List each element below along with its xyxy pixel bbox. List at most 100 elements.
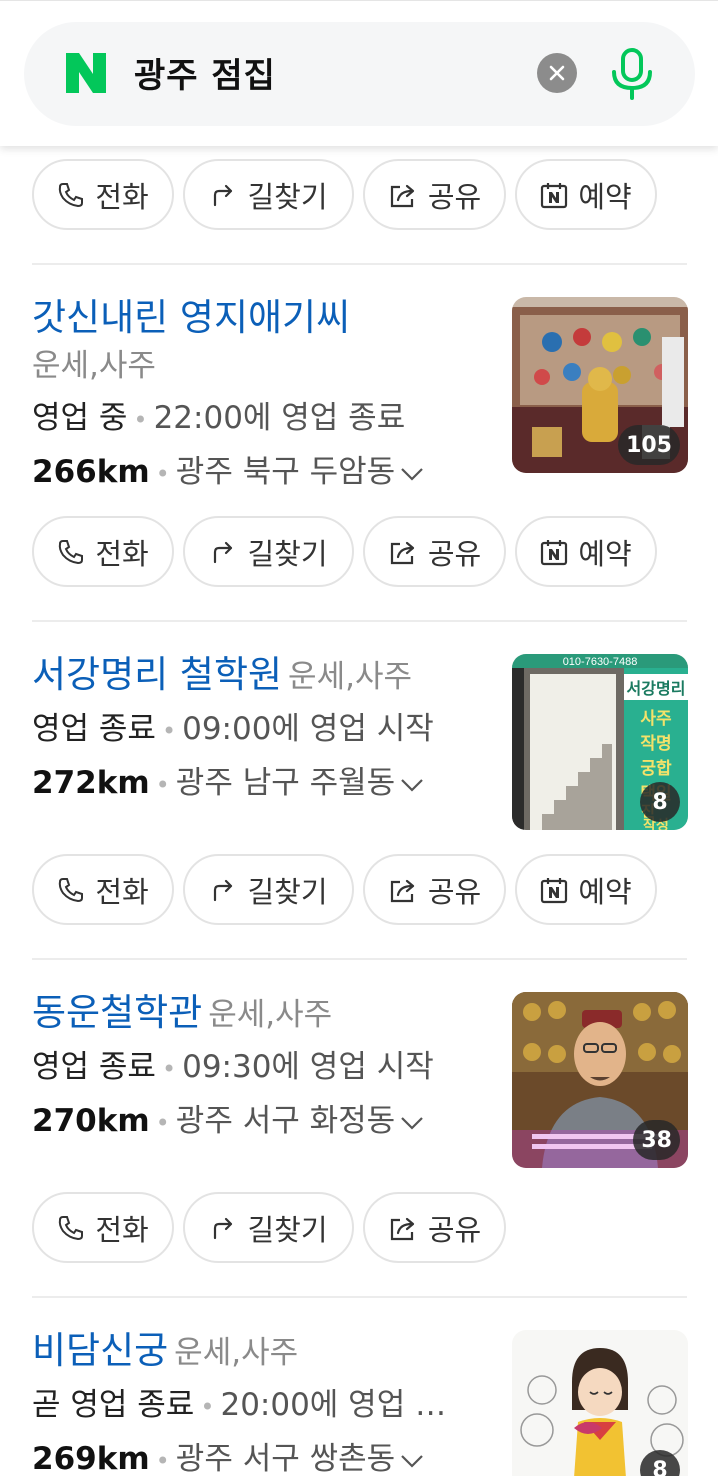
place-photo[interactable]: 010-7630-7488 서강명리 사주 작명 궁합 택일 진 작성 8: [512, 654, 688, 830]
share-icon: [390, 541, 414, 564]
photo-sign-text: 사주: [640, 709, 672, 729]
place-category: 운세,사주: [174, 1335, 299, 1371]
result-item[interactable]: 비담신궁 운세,사주 곧 영업 종료 • 20:00에 영업 … 269km • 광주 서…: [32, 1327, 688, 1476]
directions-button[interactable]: 길찾기: [183, 159, 354, 230]
call-label: 전화: [95, 536, 149, 571]
route-arrow-icon: [214, 541, 233, 563]
chevron-down-icon[interactable]: [399, 777, 425, 793]
phone-icon: [59, 1215, 84, 1240]
result-item[interactable]: 갓신내린 영지애기씨 운세,사주 영업 중 • 22:00에 영업 종료 266km…: [32, 294, 688, 500]
business-hours: 09:30에 영업 시작: [182, 1049, 434, 1085]
share-button[interactable]: 공유: [363, 159, 506, 230]
reserve-button[interactable]: 예약: [515, 159, 657, 230]
chevron-down-icon[interactable]: [399, 1453, 425, 1469]
route-arrow-icon: [214, 879, 233, 901]
share-label: 공유: [427, 536, 482, 571]
route-arrow-icon: [214, 184, 233, 206]
directions-button[interactable]: 길찾기: [183, 854, 354, 925]
reserve-button[interactable]: 예약: [515, 516, 657, 587]
search-query[interactable]: 광주 점집: [134, 48, 276, 97]
place-photo[interactable]: 38: [512, 992, 688, 1168]
search-header: 광주 점집: [0, 0, 718, 146]
route-label: 길찾기: [247, 1212, 328, 1247]
result-item[interactable]: 동운철학관 운세,사주 영업 종료 • 09:30에 영업 시작 270km • 광주 서…: [32, 989, 688, 1168]
separator-dot: •: [155, 1109, 170, 1137]
call-label: 전화: [95, 179, 149, 214]
distance: 269km: [32, 1441, 150, 1476]
separator-dot: •: [155, 771, 170, 799]
photo-sign-text: 궁합: [640, 758, 672, 779]
share-button[interactable]: 공유: [363, 854, 506, 925]
separator-dot: •: [155, 460, 170, 488]
photo-count-badge: 8: [640, 782, 680, 822]
separator-dot: •: [161, 717, 177, 745]
business-status: 영업 종료: [32, 1049, 156, 1085]
phone-icon: [59, 182, 84, 207]
chevron-down-icon[interactable]: [399, 466, 425, 482]
separator-dot: •: [155, 1447, 170, 1475]
share-label: 공유: [427, 179, 482, 214]
search-box[interactable]: 광주 점집: [24, 22, 695, 126]
divider: [32, 1296, 687, 1298]
naver-booking-icon: [541, 182, 568, 208]
share-label: 공유: [427, 874, 482, 909]
route-arrow-icon: [214, 1217, 233, 1239]
address[interactable]: 광주 서구 화정동: [176, 1103, 395, 1139]
action-row: 전화 길찾기 공유 예약: [32, 516, 657, 587]
route-label: 길찾기: [247, 179, 328, 214]
business-status: 영업 종료: [32, 711, 156, 747]
photo-phone-text: 010-7630-7488: [563, 656, 638, 668]
reserve-label: 예약: [578, 536, 632, 571]
place-photo[interactable]: 105: [512, 297, 688, 473]
phone-icon: [59, 539, 84, 564]
place-name-link[interactable]: 비담신궁: [32, 1329, 168, 1372]
directions-button[interactable]: 길찾기: [183, 516, 354, 587]
business-status: 곧 영업 종료: [32, 1387, 195, 1423]
share-button[interactable]: 공유: [363, 1192, 506, 1263]
reserve-label: 예약: [578, 874, 632, 909]
photo-sign-text: 작명: [640, 734, 671, 754]
business-hours: 20:00에 영업 …: [220, 1387, 447, 1423]
action-row: 전화 길찾기 공유 예약: [32, 159, 657, 230]
call-button[interactable]: 전화: [32, 854, 174, 925]
clear-search-button[interactable]: [537, 53, 577, 93]
call-button[interactable]: 전화: [32, 1192, 174, 1263]
share-icon: [390, 184, 414, 207]
address[interactable]: 광주 남구 주월동: [176, 765, 395, 801]
divider: [32, 263, 687, 265]
reserve-button[interactable]: 예약: [515, 854, 657, 925]
place-name-link[interactable]: 갓신내린 영지애기씨: [32, 296, 350, 339]
place-name-link[interactable]: 동운철학관: [32, 991, 202, 1034]
share-button[interactable]: 공유: [363, 516, 506, 587]
microphone-icon[interactable]: [607, 44, 657, 102]
call-label: 전화: [95, 1212, 149, 1247]
address[interactable]: 광주 북구 두암동: [176, 454, 395, 490]
photo-sign-text: 서강명리: [627, 679, 686, 698]
route-label: 길찾기: [247, 874, 328, 909]
place-photo[interactable]: 8: [512, 1330, 688, 1476]
business-status: 영업 중: [32, 400, 128, 436]
place-name-link[interactable]: 서강명리 철학원: [32, 653, 282, 696]
distance: 270km: [32, 1103, 150, 1139]
action-row: 전화 길찾기 공유 예약: [32, 854, 657, 925]
business-hours: 09:00에 영업 시작: [182, 711, 434, 747]
call-label: 전화: [95, 874, 149, 909]
route-label: 길찾기: [247, 536, 328, 571]
separator-dot: •: [161, 1055, 177, 1083]
call-button[interactable]: 전화: [32, 516, 174, 587]
action-row: 전화 길찾기 공유: [32, 1192, 506, 1263]
reserve-label: 예약: [578, 179, 632, 214]
call-button[interactable]: 전화: [32, 159, 174, 230]
share-icon: [390, 1217, 414, 1240]
directions-button[interactable]: 길찾기: [183, 1192, 354, 1263]
distance: 272km: [32, 765, 150, 801]
separator-dot: •: [133, 406, 148, 434]
result-item[interactable]: 서강명리 철학원 운세,사주 영업 종료 • 09:00에 영업 시작 272km • 광…: [32, 651, 688, 830]
address[interactable]: 광주 서구 쌍촌동: [176, 1441, 395, 1476]
naver-booking-icon: [541, 539, 568, 565]
naver-logo[interactable]: [64, 51, 108, 95]
close-icon: [549, 65, 565, 81]
chevron-down-icon[interactable]: [399, 1115, 425, 1131]
business-hours: 22:00에 영업 종료: [153, 400, 406, 436]
place-category: 운세,사주: [288, 659, 412, 695]
